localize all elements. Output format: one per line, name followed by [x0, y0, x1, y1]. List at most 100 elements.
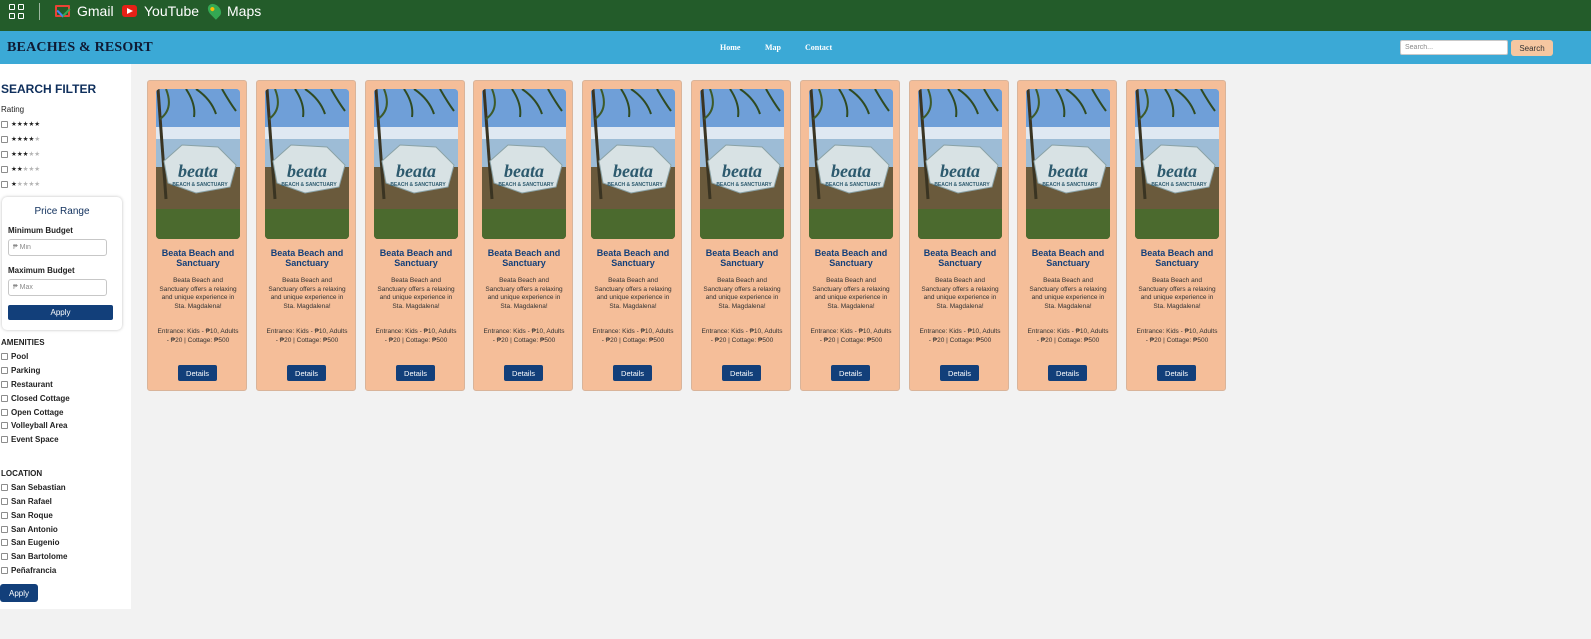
details-button[interactable]: Details — [287, 365, 326, 381]
checkbox[interactable] — [1, 180, 8, 188]
details-button[interactable]: Details — [613, 365, 652, 381]
card-price: Entrance: Kids - ₱10, Adults - ₱20 | Cot… — [483, 328, 565, 344]
gmail-icon — [55, 5, 70, 17]
bookmarks-divider — [39, 3, 40, 20]
details-button[interactable]: Details — [1157, 365, 1196, 381]
rating-option-5[interactable]: ★★★★★ — [1, 119, 40, 129]
checkbox[interactable] — [1, 394, 8, 402]
checkbox[interactable] — [1, 408, 8, 416]
location-option[interactable]: San Antonio — [1, 524, 58, 534]
details-button[interactable]: Details — [396, 365, 435, 381]
max-budget-input[interactable] — [8, 279, 107, 296]
resort-logo-subtext: BEACH & SANCTUARY — [825, 182, 881, 188]
checkbox[interactable] — [1, 525, 8, 533]
resort-card: beata BEACH & SANCTUARY Beata Beach and … — [1126, 80, 1226, 391]
card-title: Beata Beach and Sanctuary — [814, 248, 888, 268]
details-button[interactable]: Details — [831, 365, 870, 381]
checkbox[interactable] — [1, 120, 8, 128]
amenity-option[interactable]: Pool — [1, 351, 28, 361]
rating-option-3[interactable]: ★★★★★ — [1, 149, 40, 159]
resort-logo-text: beata — [178, 161, 218, 181]
location-option[interactable]: San Roque — [1, 510, 53, 520]
nav-map-link[interactable]: Map — [765, 43, 781, 52]
card-price: Entrance: Kids - ₱10, Adults - ₱20 | Cot… — [919, 328, 1001, 344]
checkbox[interactable] — [1, 380, 8, 388]
resort-logo-text: beata — [831, 161, 871, 181]
location-option[interactable]: San Rafael — [1, 496, 52, 506]
card-description: Beata Beach and Sanctuary offers a relax… — [594, 277, 672, 310]
resort-logo-subtext: BEACH & SANCTUARY — [934, 182, 990, 188]
checkbox[interactable] — [1, 366, 8, 374]
filter-title: SEARCH FILTER — [1, 82, 97, 96]
amenity-option[interactable]: Parking — [1, 365, 40, 375]
checkbox[interactable] — [1, 352, 8, 360]
resort-image: beata BEACH & SANCTUARY — [918, 89, 1002, 239]
resort-image: beata BEACH & SANCTUARY — [156, 89, 240, 239]
rating-option-1[interactable]: ★★★★★ — [1, 179, 40, 189]
card-price: Entrance: Kids - ₱10, Adults - ₱20 | Cot… — [1027, 328, 1109, 344]
card-price: Entrance: Kids - ₱10, Adults - ₱20 | Cot… — [810, 328, 892, 344]
amenity-option[interactable]: Event Space — [1, 434, 59, 444]
checkbox[interactable] — [1, 435, 8, 443]
amenity-option[interactable]: Volleyball Area — [1, 420, 67, 430]
resort-image: beata BEACH & SANCTUARY — [1026, 89, 1110, 239]
bookmark-maps[interactable]: Maps — [205, 0, 261, 20]
card-description: Beata Beach and Sanctuary offers a relax… — [812, 277, 890, 310]
card-description: Beata Beach and Sanctuary offers a relax… — [1138, 277, 1216, 310]
filter-apply-button[interactable]: Apply — [0, 584, 38, 602]
min-budget-input[interactable] — [8, 239, 107, 256]
rating-option-4[interactable]: ★★★★★ — [1, 134, 40, 144]
rating-option-2[interactable]: ★★★★★ — [1, 164, 40, 174]
amenity-option[interactable]: Open Cottage — [1, 407, 63, 417]
checkbox[interactable] — [1, 483, 8, 491]
resort-logo-subtext: BEACH & SANCTUARY — [172, 182, 228, 188]
search-button[interactable]: Search — [1511, 40, 1553, 56]
details-button[interactable]: Details — [178, 365, 217, 381]
card-description: Beata Beach and Sanctuary offers a relax… — [703, 277, 781, 310]
card-price: Entrance: Kids - ₱10, Adults - ₱20 | Cot… — [592, 328, 674, 344]
price-apply-button[interactable]: Apply — [8, 305, 113, 320]
resort-logo-text: beata — [940, 161, 980, 181]
details-button[interactable]: Details — [722, 365, 761, 381]
location-option[interactable]: San Bartolome — [1, 551, 67, 561]
card-title: Beata Beach and Sanctuary — [1031, 248, 1105, 268]
resort-logo-subtext: BEACH & SANCTUARY — [498, 182, 554, 188]
resort-card: beata BEACH & SANCTUARY Beata Beach and … — [800, 80, 900, 391]
checkbox[interactable] — [1, 421, 8, 429]
resort-logo-text: beata — [722, 161, 762, 181]
apps-grid-icon[interactable] — [9, 4, 24, 19]
resort-logo-text: beata — [504, 161, 544, 181]
checkbox[interactable] — [1, 150, 8, 158]
location-option[interactable]: San Sebastian — [1, 482, 66, 492]
bookmark-gmail[interactable]: Gmail — [55, 2, 114, 20]
bookmark-label: YouTube — [144, 3, 200, 19]
nav-home-link[interactable]: Home — [720, 43, 740, 52]
checkbox[interactable] — [1, 497, 8, 505]
checkbox[interactable] — [1, 135, 8, 143]
amenity-option[interactable]: Closed Cottage — [1, 393, 70, 403]
checkbox[interactable] — [1, 165, 8, 173]
resort-card: beata BEACH & SANCTUARY Beata Beach and … — [256, 80, 356, 391]
resort-logo-text: beata — [1157, 161, 1197, 181]
youtube-icon — [122, 5, 137, 17]
details-button[interactable]: Details — [504, 365, 543, 381]
brand-title: BEACHES & RESORT — [7, 40, 153, 55]
details-button[interactable]: Details — [940, 365, 979, 381]
card-price: Entrance: Kids - ₱10, Adults - ₱20 | Cot… — [375, 328, 457, 344]
location-option[interactable]: Peñafrancia — [1, 565, 56, 575]
location-option[interactable]: San Eugenio — [1, 537, 59, 547]
amenity-option[interactable]: Restaurant — [1, 379, 53, 389]
bookmark-youtube[interactable]: YouTube — [122, 2, 199, 20]
checkbox[interactable] — [1, 538, 8, 546]
checkbox[interactable] — [1, 511, 8, 519]
card-title: Beata Beach and Sanctuary — [705, 248, 779, 268]
resort-card: beata BEACH & SANCTUARY Beata Beach and … — [473, 80, 573, 391]
details-button[interactable]: Details — [1048, 365, 1087, 381]
checkbox[interactable] — [1, 552, 8, 560]
checkbox[interactable] — [1, 566, 8, 574]
nav-contact-link[interactable]: Contact — [805, 43, 832, 52]
rating-label: Rating — [1, 105, 25, 114]
search-input[interactable] — [1400, 40, 1508, 55]
resort-card: beata BEACH & SANCTUARY Beata Beach and … — [691, 80, 791, 391]
resort-card: beata BEACH & SANCTUARY Beata Beach and … — [365, 80, 465, 391]
